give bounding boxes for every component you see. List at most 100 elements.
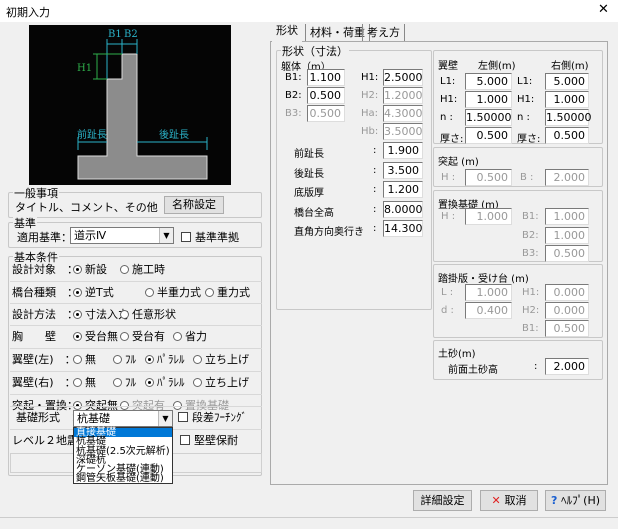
- step-footing-checkbox[interactable]: 段差ﾌｰﾁﾝｸﾞ: [178, 407, 247, 429]
- general-group: 一般事項 タイトル、コメント、その他 名称設定: [8, 185, 262, 218]
- wing-left-input[interactable]: 0.500: [465, 127, 512, 144]
- wing-left-input[interactable]: 1.000: [465, 91, 512, 108]
- wall-ductility-checkbox[interactable]: 堅壁保耐: [180, 430, 238, 452]
- chevron-down-icon[interactable]: ▼: [158, 411, 172, 426]
- wing-left-input[interactable]: 5.000: [465, 73, 512, 90]
- b1-label: B1:: [285, 72, 302, 83]
- radio-option[interactable]: 受台有: [120, 326, 165, 348]
- radio-icon: [193, 378, 202, 387]
- b2-label: B2:: [285, 90, 302, 101]
- cancel-label: 取消: [504, 494, 527, 507]
- wing-right-label: L1:: [517, 76, 533, 87]
- h1-input[interactable]: 2.5000: [383, 69, 423, 86]
- radio-icon: [113, 378, 122, 387]
- basic-row: 橋台種類 ： 逆T式 半重力式 重力式: [10, 281, 262, 303]
- b2-input[interactable]: 0.500: [307, 87, 345, 104]
- wing-right-input[interactable]: 0.500: [545, 127, 589, 144]
- shape-item-input[interactable]: 14.300: [383, 220, 423, 237]
- replace-h-input: 1.000: [465, 208, 512, 225]
- radio-option[interactable]: ﾊﾟﾗﾚﾙ: [145, 372, 185, 394]
- radio-label: 半重力式: [157, 286, 201, 299]
- soil-title: 土砂(m): [438, 349, 476, 360]
- radio-option[interactable]: 立ち上げ: [193, 349, 249, 371]
- title-bar: 初期入力 ✕: [0, 0, 618, 22]
- replace-b2-label: B2:: [522, 230, 539, 241]
- radio-option[interactable]: 新設: [73, 259, 107, 281]
- detail-settings-button[interactable]: 詳細設定: [413, 490, 472, 511]
- shape-item-label: 後趾長: [294, 168, 324, 180]
- radio-option[interactable]: 任意形状: [120, 304, 176, 326]
- radio-option[interactable]: 施工時: [120, 259, 165, 281]
- radio-label: 重力式: [217, 286, 250, 299]
- wing-right-input[interactable]: 5.000: [545, 73, 589, 90]
- shape-item-input[interactable]: 3.500: [383, 161, 423, 179]
- shape-item-label: 直角方向奥行き: [294, 227, 364, 238]
- approach-l-input: 1.000: [465, 284, 512, 301]
- radio-option[interactable]: 立ち上げ: [193, 372, 249, 394]
- standard-select[interactable]: 道示Ⅳ ▼: [70, 227, 174, 244]
- radio-option[interactable]: 受台無: [73, 326, 118, 348]
- radio-option[interactable]: ﾌﾙ: [113, 349, 136, 371]
- colon: :: [373, 145, 377, 156]
- foundation-select[interactable]: 杭基礎 ▼: [73, 410, 173, 427]
- approach-h2-input: 0.000: [545, 302, 589, 319]
- radio-option[interactable]: 重力式: [205, 282, 250, 304]
- radio-option[interactable]: 無: [73, 372, 96, 394]
- wing-right-label: n :: [517, 112, 530, 123]
- tab-0[interactable]: 形状: [272, 22, 302, 43]
- label-b1: B1: [108, 29, 122, 40]
- shape-item-input[interactable]: 1.200: [383, 181, 423, 198]
- front-soil-height-input[interactable]: 2.000: [545, 358, 589, 375]
- tab-1[interactable]: 材料・荷重: [305, 24, 370, 42]
- chevron-down-icon[interactable]: ▼: [159, 228, 173, 243]
- approach-h1-input: 0.000: [545, 284, 589, 301]
- ha-input: 4.3000: [383, 105, 423, 122]
- approach-l-label: L :: [441, 287, 454, 298]
- radio-option[interactable]: 無: [73, 349, 96, 371]
- name-settings-button[interactable]: 名称設定: [164, 196, 224, 214]
- radio-icon: [193, 355, 202, 364]
- radio-icon: [73, 355, 82, 364]
- wing-right-input[interactable]: 1.000: [545, 91, 589, 108]
- shape-item-input[interactable]: 1.900: [383, 142, 423, 159]
- wing-right-input[interactable]: 1.50000: [545, 109, 592, 126]
- radio-option[interactable]: ﾊﾟﾗﾚﾙ: [145, 349, 185, 371]
- radio-label: ﾊﾟﾗﾚﾙ: [157, 376, 185, 389]
- help-button[interactable]: ? ﾍﾙﾌﾟ(H): [545, 490, 606, 511]
- wing-left-header: 左側(m): [478, 61, 516, 72]
- radio-option[interactable]: 半重力式: [145, 282, 201, 304]
- tab-2[interactable]: 考え方: [362, 24, 405, 42]
- standard-compliance-checkbox[interactable]: 基準準拠: [181, 229, 239, 245]
- radio-option[interactable]: ﾌﾙ: [113, 372, 136, 394]
- colon: :: [373, 184, 377, 195]
- standard-label: 適用基準：: [17, 231, 72, 244]
- label-front-toe: 前趾長: [77, 128, 107, 141]
- approach-b1-label: B1:: [522, 323, 539, 334]
- shape-item-input[interactable]: 8.0000: [383, 200, 423, 218]
- h2-label: H2:: [361, 90, 379, 101]
- projection-b-input: 2.000: [545, 169, 589, 186]
- cancel-button[interactable]: ✕ 取消: [480, 490, 538, 511]
- foundation-value: 杭基礎: [77, 412, 110, 425]
- hb-input: 3.5000: [383, 123, 423, 140]
- wing-left-input[interactable]: 1.50000: [465, 109, 512, 126]
- dropdown-option[interactable]: 鋼管矢板基礎(連動): [74, 474, 172, 484]
- b1-input[interactable]: 1.100: [307, 69, 345, 86]
- radio-label: 立ち上げ: [205, 376, 249, 389]
- radio-option[interactable]: 省力: [173, 326, 207, 348]
- h2-input: 1.2000: [383, 87, 423, 104]
- standard-group: 基準 適用基準： 道示Ⅳ ▼ 基準準拠: [8, 215, 262, 248]
- radio-option[interactable]: 逆T式: [73, 282, 114, 304]
- foundation-dropdown-list[interactable]: 直接基礎 杭基礎 杭基礎(2.5次元解析) 深礎杭 ケーソン基礎(連動) 鋼管矢板基礎(連…: [73, 427, 173, 484]
- wing-left-label: n :: [440, 112, 453, 123]
- help-label: ﾍﾙﾌﾟ(H): [561, 494, 601, 507]
- basic-row-label: 設計方法 ：: [12, 308, 78, 321]
- basic-row-label: 胸 壁: [12, 330, 56, 343]
- radio-icon: [120, 310, 129, 319]
- approach-d-label: d :: [441, 305, 454, 316]
- close-button[interactable]: ✕: [598, 2, 609, 17]
- label-h1: H1: [77, 63, 92, 74]
- radio-icon: [173, 332, 182, 341]
- label-b2: B2: [124, 29, 138, 40]
- approach-title: 踏掛版・受け台 (m): [438, 274, 529, 285]
